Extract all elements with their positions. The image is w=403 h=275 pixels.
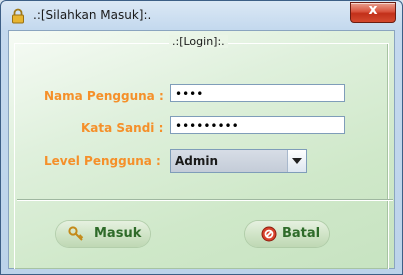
client-area: .:[Login]:. Nama Pengguna : •••• Kata Sa…	[8, 30, 395, 269]
lock-icon	[12, 8, 24, 24]
level-select[interactable]: Admin	[170, 149, 307, 173]
cancel-button-label: Batal	[282, 226, 321, 241]
title-bar[interactable]: .:[Silahkan Masuk]:. x	[1, 1, 402, 29]
chevron-down-icon[interactable]	[287, 150, 306, 172]
separator-highlight	[17, 200, 393, 201]
cancel-button[interactable]: Batal	[245, 221, 329, 247]
key-icon	[68, 226, 84, 241]
login-button[interactable]: Masuk	[56, 221, 150, 247]
close-icon: x	[368, 2, 378, 18]
level-select-value: Admin	[175, 154, 219, 168]
password-label: Kata Sandi :	[81, 121, 164, 135]
username-label: Nama Pengguna :	[44, 89, 164, 103]
login-button-label: Masuk	[94, 226, 142, 241]
close-button[interactable]: x	[350, 2, 396, 23]
username-field[interactable]: ••••	[170, 84, 345, 102]
level-label: Level Pengguna :	[44, 154, 161, 168]
password-field[interactable]: •••••••••	[170, 116, 345, 134]
groupbox-legend: .:[Login]:.	[169, 35, 228, 48]
window-title: .:[Silahkan Masuk]:.	[33, 8, 152, 22]
login-window: .:[Silahkan Masuk]:. x .:[Login]:. Nama …	[0, 0, 403, 275]
stop-icon	[261, 226, 277, 242]
